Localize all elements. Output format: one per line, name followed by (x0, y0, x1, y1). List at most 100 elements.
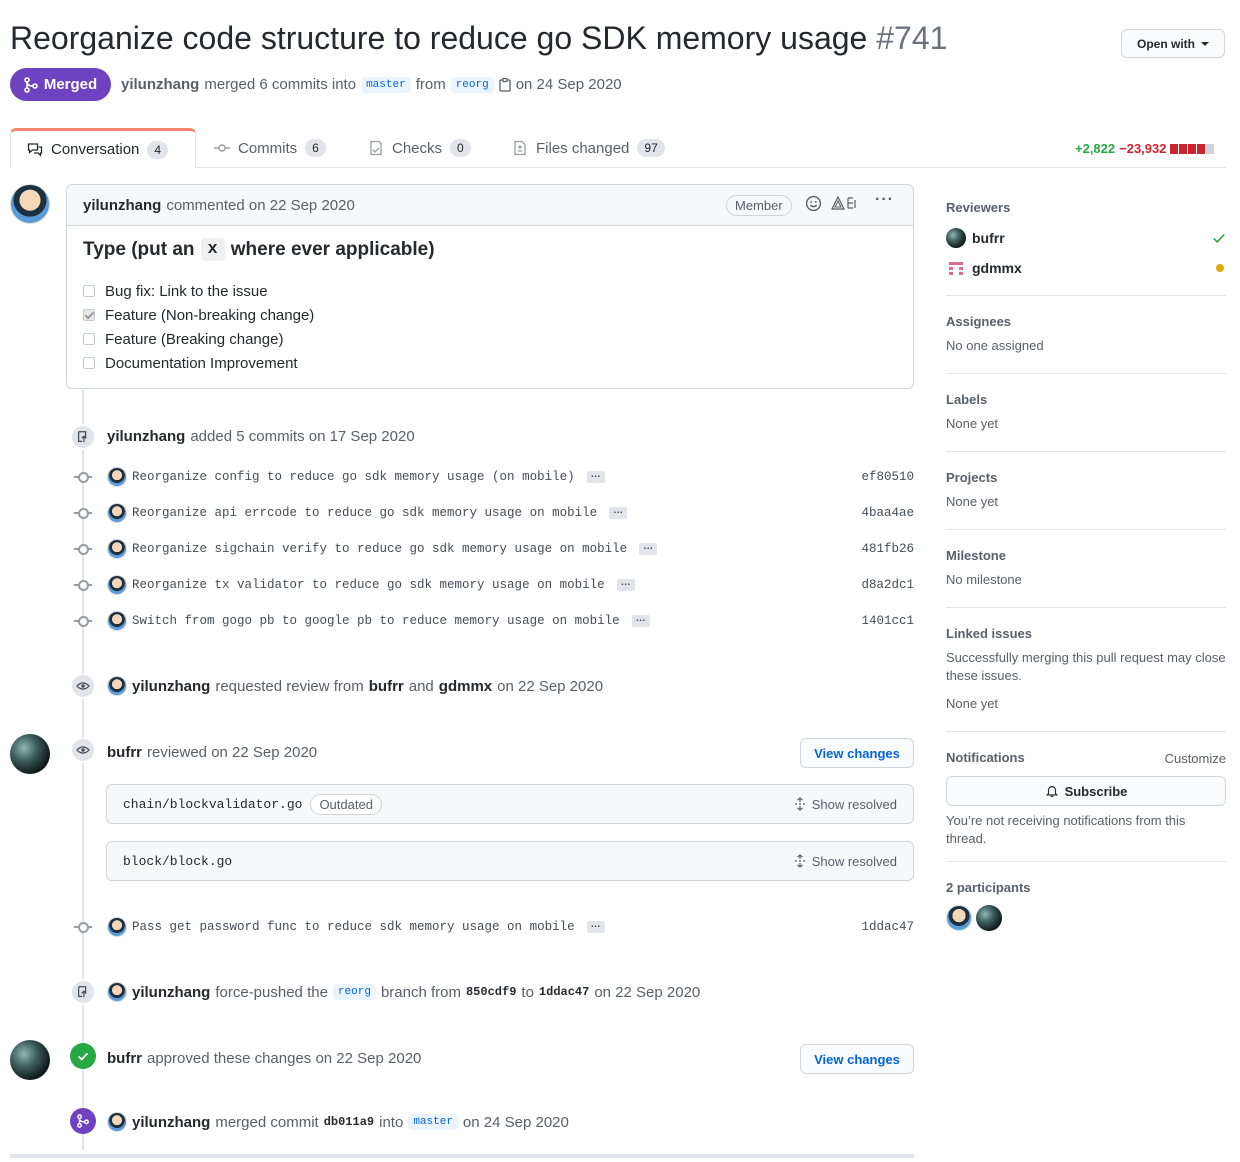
section-title[interactable]: Linked issues (946, 626, 1226, 641)
event-author[interactable]: yilunzhang (107, 428, 185, 445)
file-name[interactable]: chain/blockvalidator.go (123, 797, 302, 812)
avatar[interactable] (107, 539, 127, 559)
commit-sha[interactable]: 481fb26 (861, 542, 914, 556)
expand-commit-button[interactable]: … (616, 578, 635, 591)
reviewer-link[interactable]: bufrr (369, 678, 404, 695)
comment-header: yilunzhang commented on 22 Sep 2020 Memb… (67, 185, 913, 226)
avatar[interactable] (10, 734, 50, 774)
tab-conversation[interactable]: Conversation 4 (10, 128, 196, 169)
branch-label[interactable]: reorg (332, 984, 376, 1000)
event-date[interactable]: on 22 Sep 2020 (594, 984, 700, 1001)
timeline-divider (10, 1154, 914, 1158)
open-with-button[interactable]: Open with (1121, 29, 1225, 58)
view-changes-button[interactable]: View changes (800, 1044, 914, 1074)
avatar[interactable] (946, 905, 972, 931)
section-title[interactable]: Projects (946, 470, 1226, 485)
review-file[interactable]: block/block.go Show resolved (106, 841, 914, 881)
branch-label[interactable]: master (408, 1114, 458, 1130)
expand-commit-button[interactable]: … (586, 920, 605, 933)
event-text: branch from (380, 983, 461, 1001)
view-changes-button[interactable]: View changes (800, 738, 914, 768)
clipboard-icon[interactable] (499, 77, 511, 92)
avatar[interactable] (107, 611, 127, 631)
expand-commit-button[interactable]: … (609, 506, 628, 519)
avatar[interactable] (946, 228, 966, 248)
section-title[interactable]: Milestone (946, 548, 1226, 563)
tab-counter: 0 (450, 139, 471, 157)
merge-icon (24, 76, 38, 93)
event-author[interactable]: yilunzhang (132, 1114, 210, 1131)
avatar[interactable] (107, 1112, 127, 1132)
smiley-icon[interactable] (805, 195, 822, 217)
expand-commit-button[interactable]: … (631, 614, 650, 627)
additions-count: +2,822 (1075, 141, 1116, 156)
section-title[interactable]: Reviewers (946, 200, 1226, 215)
sidebar-reviewers: Reviewers bufrr gdmmx (946, 200, 1226, 296)
commit-message[interactable]: Reorganize api errcode to reduce go sdk … (132, 506, 597, 520)
commit-icon (74, 579, 92, 591)
commit-sha[interactable]: ef80510 (861, 470, 914, 484)
expand-commit-button[interactable]: … (639, 542, 658, 555)
commit-sha[interactable]: 1ddac47 (861, 920, 914, 934)
review-file[interactable]: chain/blockvalidator.go Outdated Show re… (106, 784, 914, 824)
event-author[interactable]: yilunzhang (132, 984, 210, 1001)
commit-message[interactable]: Reorganize tx validator to reduce go sdk… (132, 578, 605, 592)
commit-message[interactable]: Reorganize config to reduce go sdk memor… (132, 470, 575, 484)
event-date[interactable]: on 24 Sep 2020 (463, 1114, 569, 1131)
event-date[interactable]: on 22 Sep 2020 (497, 678, 603, 695)
kebab-menu-icon[interactable]: ··· (875, 191, 894, 209)
commit-sha[interactable]: db011a9 (324, 1115, 374, 1129)
task-checkbox[interactable] (83, 333, 95, 345)
task-item: Bug fix: Link to the issue (83, 279, 897, 303)
comment-body: Type (put an x where ever applicable) Bug … (67, 226, 913, 387)
commit-sha[interactable]: 1ddac47 (539, 985, 589, 999)
commit-sha[interactable]: 4baa4ae (861, 506, 914, 520)
avatar[interactable] (107, 982, 127, 1002)
avatar[interactable] (107, 575, 127, 595)
checklist-icon (370, 140, 382, 156)
expand-commit-button[interactable]: … (586, 470, 605, 483)
avatar[interactable] (10, 1040, 50, 1080)
comment-author[interactable]: yilunzhang (83, 197, 161, 214)
tab-checks[interactable]: Checks 0 (352, 128, 487, 168)
reviewer-link[interactable]: gdmmx (439, 678, 492, 695)
avatar[interactable] (107, 467, 127, 487)
task-item: Documentation Improvement (83, 351, 897, 375)
customize-link[interactable]: Customize (1165, 750, 1226, 768)
base-branch[interactable]: master (361, 76, 411, 93)
commit-message[interactable]: Pass get password func to reduce sdk mem… (132, 920, 575, 934)
avatar[interactable] (946, 258, 966, 278)
section-title[interactable]: Labels (946, 392, 1226, 407)
tab-commits[interactable]: Commits 6 (198, 128, 342, 168)
event-author[interactable]: bufrr (107, 1050, 142, 1067)
show-resolved-button[interactable]: Show resolved (794, 797, 897, 812)
section-title[interactable]: Assignees (946, 314, 1226, 329)
commit-sha[interactable]: d8a2dc1 (861, 578, 914, 592)
commit-sha[interactable]: 850cdf9 (466, 985, 516, 999)
pr-number: #741 (876, 20, 948, 56)
avatar[interactable] (107, 917, 127, 937)
event-author[interactable]: bufrr (107, 744, 142, 761)
avatar[interactable] (976, 905, 1002, 931)
reviewer-name[interactable]: gdmmx (972, 260, 1022, 276)
reviewer-name[interactable]: bufrr (972, 230, 1005, 246)
file-name[interactable]: block/block.go (123, 854, 232, 869)
task-checkbox[interactable] (83, 285, 95, 297)
subscribe-button[interactable]: Subscribe (946, 776, 1226, 806)
avatar[interactable] (107, 676, 127, 696)
avatar[interactable] (10, 184, 50, 224)
avatar[interactable] (107, 503, 127, 523)
event-author[interactable]: yilunzhang (132, 678, 210, 695)
commit-message[interactable]: Switch from gogo pb to google pb to redu… (132, 614, 620, 628)
task-checkbox[interactable] (83, 309, 95, 321)
triage-icon[interactable] (831, 195, 859, 216)
reviewer-row: bufrr (946, 223, 1226, 253)
tab-files-changed[interactable]: Files changed 97 (496, 128, 681, 168)
task-checkbox[interactable] (83, 357, 95, 369)
commit-message[interactable]: Reorganize sigchain verify to reduce go … (132, 542, 627, 556)
head-branch[interactable]: reorg (450, 76, 494, 93)
author-link[interactable]: yilunzhang (121, 76, 199, 93)
commit-sha[interactable]: 1401cc1 (861, 614, 914, 628)
show-resolved-button[interactable]: Show resolved (794, 854, 897, 869)
comment-timestamp[interactable]: commented on 22 Sep 2020 (166, 197, 354, 214)
